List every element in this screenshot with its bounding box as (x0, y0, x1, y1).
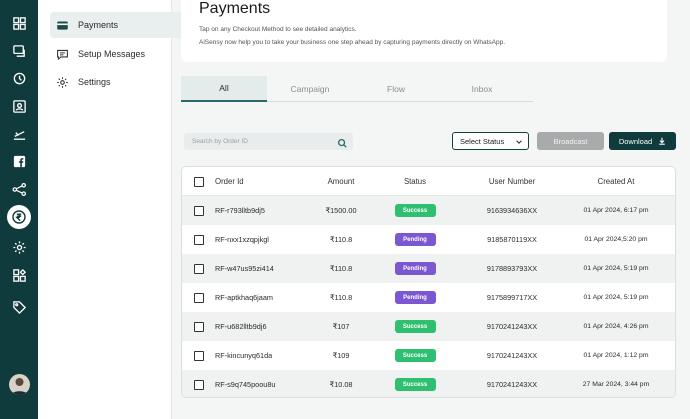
page-description-secondary: AiSensy now help you to take your busine… (199, 39, 506, 46)
table-row[interactable]: RF-aptkhaq6jaam ₹110.8 Pending 9175899717XX… (182, 283, 675, 312)
user-number: 9170241243XX (486, 380, 538, 389)
source-tabs: All Campaign Flow Inbox (181, 76, 533, 102)
download-button[interactable]: Download (609, 132, 676, 150)
table-row[interactable]: RF-nxx1xzqpjkgl ₹110.8 Pending 9185870119XX… (182, 225, 675, 254)
table-row[interactable]: RF-u682lltb9dj6 ₹107 Success 9170241243XX 01… (182, 312, 675, 341)
tab-flow[interactable]: Flow (353, 76, 439, 102)
icon-rail (0, 0, 38, 419)
download-icon (659, 137, 665, 145)
message-icon (57, 49, 68, 60)
search-icon[interactable] (337, 136, 348, 148)
order-id: RF-w47us95zi414 (215, 264, 274, 273)
select-all-checkbox[interactable] (194, 176, 204, 187)
gear-icon (57, 76, 68, 88)
search-box (184, 133, 353, 150)
menu-item-payments[interactable]: Payments (50, 12, 198, 38)
table-header: Order Id Amount Status User Number Creat… (182, 167, 675, 196)
menu-item-label: Settings (78, 77, 111, 87)
row-checkbox[interactable] (194, 379, 204, 390)
tab-campaign[interactable]: Campaign (267, 76, 353, 102)
column-header-user-number: User Number (488, 177, 536, 186)
page-description: Tap on any Checkout Method to see detail… (199, 26, 357, 33)
avatar[interactable] (9, 374, 30, 395)
row-checkbox[interactable] (194, 350, 204, 361)
amount: ₹107 (332, 322, 350, 331)
tab-inbox[interactable]: Inbox (439, 76, 525, 102)
page-title: Payments (199, 0, 271, 17)
table-row[interactable]: RF-s9q745poou8u ₹10.08 Success 9170241243XX… (182, 370, 675, 397)
settings-gear-icon[interactable] (9, 237, 29, 257)
table-row[interactable]: RF-r793lltb9dj5 ₹1500.00 Success 9163934636… (182, 196, 675, 225)
created-at: 01 Apr 2024, 1:12 pm (583, 352, 649, 359)
status-filter-select[interactable]: Select Status (452, 132, 529, 150)
chat-icon[interactable] (9, 41, 29, 61)
created-at: 01 Apr 2024, 4:26 pm (583, 323, 649, 330)
status-badge: Success (394, 204, 436, 217)
status-badge: Success (394, 320, 436, 333)
column-header-status: Status (403, 177, 427, 186)
menu-item-label: Setup Messages (78, 49, 146, 59)
created-at: 01 Apr 2024, 5:19 pm (583, 294, 649, 301)
order-id: RF-u682lltb9dj6 (215, 322, 267, 331)
order-id: RF-aptkhaq6jaam (215, 293, 273, 302)
order-id: RF-r793lltb9dj5 (215, 206, 265, 215)
created-at: 01 Apr 2024, 6:17 pm (583, 207, 649, 214)
status-filter-value: Select Status (460, 136, 505, 146)
chevron-down-icon (516, 140, 522, 144)
broadcast-button[interactable]: Broadcast (537, 132, 604, 150)
order-id: RF-nxx1xzqpjkgl (215, 235, 269, 244)
payments-submenu: Payments Setup Messages Settings (38, 0, 198, 419)
amount: ₹10.08 (329, 380, 353, 389)
amount: ₹109 (332, 351, 350, 360)
facebook-icon[interactable] (9, 151, 29, 171)
menu-item-label: Payments (78, 20, 119, 30)
amount: ₹110.8 (329, 264, 353, 273)
user-number: 9170241243XX (486, 351, 538, 360)
order-id: RF-s9q745poou8u (215, 380, 276, 389)
column-header-order-id: Order Id (215, 177, 244, 186)
contacts-icon[interactable] (9, 96, 29, 116)
payments-table: Order Id Amount Status User Number Creat… (181, 166, 676, 398)
status-badge: Pending (394, 291, 436, 304)
tab-all[interactable]: All (181, 76, 267, 102)
amount: ₹1500.00 (325, 206, 357, 215)
row-checkbox[interactable] (194, 321, 204, 332)
user-number: 9178893793XX (486, 264, 538, 273)
card-icon (57, 20, 68, 30)
row-checkbox[interactable] (194, 292, 204, 303)
header-card: Payments Tap on any Checkout Method to s… (181, 0, 667, 62)
download-button-label: Download (618, 136, 653, 146)
menu-item-setup-messages[interactable]: Setup Messages (50, 41, 198, 67)
column-header-amount: Amount (327, 177, 355, 186)
status-badge: Pending (394, 233, 436, 246)
status-badge: Pending (394, 262, 436, 275)
row-checkbox[interactable] (194, 234, 204, 245)
menu-item-settings[interactable]: Settings (50, 69, 198, 95)
user-number: 9163934636XX (486, 206, 538, 215)
column-header-created-at: Created At (597, 177, 635, 186)
payments-icon[interactable] (7, 205, 31, 229)
amount: ₹110.8 (329, 235, 353, 244)
campaign-icon[interactable] (9, 124, 29, 144)
user-number: 9170241243XX (486, 322, 538, 331)
created-at: 01 Apr 2024,5:20 pm (584, 236, 648, 243)
dashboard-icon[interactable] (9, 13, 29, 33)
tag-icon[interactable] (9, 297, 29, 317)
status-badge: Success (394, 378, 436, 391)
history-icon[interactable] (9, 68, 29, 88)
row-checkbox[interactable] (194, 263, 204, 274)
flow-icon[interactable] (9, 179, 29, 199)
table-row[interactable]: RF-kincunyq61da ₹109 Success 9170241243XX 01… (182, 341, 675, 370)
created-at: 01 Apr 2024, 5:19 pm (583, 265, 649, 272)
order-id: RF-kincunyq61da (215, 351, 273, 360)
integrations-icon[interactable] (9, 265, 29, 285)
row-checkbox[interactable] (194, 205, 204, 216)
search-input[interactable] (192, 138, 332, 145)
status-badge: Success (394, 349, 436, 362)
user-number: 9185870119XX (487, 235, 537, 244)
user-number: 9175899717XX (486, 293, 538, 302)
table-row[interactable]: RF-w47us95zi414 ₹110.8 Pending 9178893793XX… (182, 254, 675, 283)
amount: ₹110.8 (329, 293, 353, 302)
created-at: 27 Mar 2024, 3:44 pm (582, 381, 650, 388)
